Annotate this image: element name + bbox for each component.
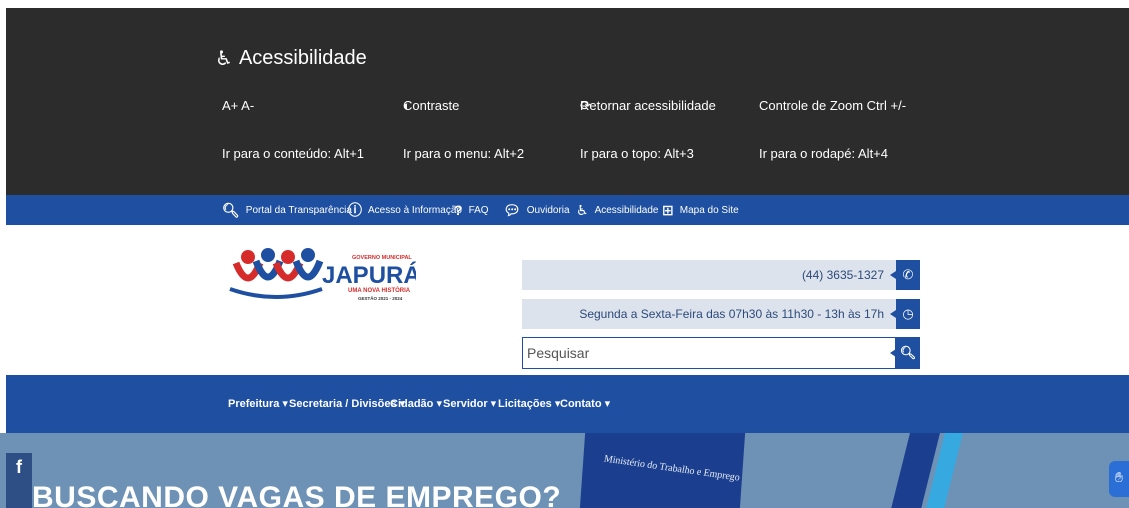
main-nav: Prefeitura ▾ Secretaria / Divisões ▾ Cid… bbox=[6, 375, 1129, 433]
clock-icon: ◷ bbox=[902, 306, 914, 321]
skip-to-menu-link[interactable]: Ir para o menu: Alt+2 bbox=[403, 146, 524, 161]
logo-name: JAPURÁ bbox=[322, 261, 416, 289]
zoom-control-text: Controle de Zoom Ctrl +/- bbox=[759, 98, 907, 113]
topbar-item-label: FAQ bbox=[468, 204, 489, 216]
japura-logo[interactable]: GOVERNO MUNICIPAL JAPURÁ UMA NOVA HISTÓR… bbox=[226, 243, 416, 313]
search-button[interactable]: 🔍︎ bbox=[890, 337, 920, 369]
hand-icon: ✋︎ bbox=[1115, 469, 1123, 485]
opening-hours: Segunda a Sexta-Feira das 07h30 às 11h30… bbox=[579, 307, 884, 321]
facebook-button[interactable]: f bbox=[6, 453, 32, 508]
question-icon: ? bbox=[454, 202, 463, 218]
nav-item-servidor[interactable]: Servidor ▾ bbox=[443, 397, 496, 410]
topbar-item-information[interactable]: ⓘ Acesso à Informação bbox=[348, 195, 462, 225]
topbar-item-ombudsman[interactable]: 💬︎ Ouvidoria bbox=[503, 195, 570, 225]
nav-item-contato[interactable]: Contato ▾ bbox=[560, 397, 610, 410]
chat-icon: 💬︎ bbox=[503, 201, 521, 218]
topbar-item-label: Portal da Transparência bbox=[245, 204, 352, 216]
accessibility-panel: ♿ Acessibilidade A+ A- ◐ Contraste ⟳ Retor… bbox=[6, 8, 1129, 195]
clock-icon-button[interactable]: ◷ bbox=[890, 299, 920, 329]
logo-term: GESTÃO 2021 - 2024 bbox=[358, 295, 403, 301]
phone-icon: ✆ bbox=[902, 267, 914, 282]
sitemap-icon: ⊞ bbox=[662, 201, 674, 218]
topbar-item-label: Ouvidoria bbox=[526, 204, 570, 216]
sign-language-button[interactable]: ✋︎ bbox=[1109, 461, 1129, 497]
reset-label: Retornar acessibilidade bbox=[580, 98, 716, 113]
phone-box: (44) 3635-1327 bbox=[522, 260, 896, 290]
search-icon: 🔍︎ bbox=[899, 345, 917, 360]
topbar-item-label: Acesso à Informação bbox=[368, 204, 462, 216]
accessibility-title: ♿ Acessibilidade bbox=[215, 46, 367, 71]
accessibility-title-label: Acessibilidade bbox=[238, 47, 367, 69]
topbar-item-sitemap[interactable]: ⊞ Mapa do Site bbox=[662, 195, 739, 225]
booklet-text: Ministério do Trabalho e Emprego bbox=[602, 453, 741, 484]
wheelchair-icon: ♿ bbox=[215, 48, 233, 70]
site-header: GOVERNO MUNICIPAL JAPURÁ UMA NOVA HISTÓR… bbox=[0, 225, 1129, 375]
info-icon: ⓘ bbox=[348, 202, 362, 218]
topbar-item-label: Acessibilidade bbox=[594, 204, 659, 216]
logo-slogan: UMA NOVA HISTÓRIA bbox=[348, 286, 411, 294]
logo-top-text: GOVERNO MUNICIPAL bbox=[352, 255, 412, 261]
utility-bar: 🔍︎ Portal da Transparência ⓘ Acesso à In… bbox=[6, 195, 1129, 225]
nav-item-prefeitura[interactable]: Prefeitura ▾ bbox=[228, 397, 288, 410]
font-size-control[interactable]: A+ A- bbox=[222, 98, 254, 113]
topbar-item-transparency[interactable]: 🔍︎ Portal da Transparência bbox=[222, 195, 352, 225]
facebook-icon: f bbox=[16, 457, 22, 477]
skip-to-top-link[interactable]: Ir para o topo: Alt+3 bbox=[580, 146, 694, 161]
skip-to-footer-link[interactable]: Ir para o rodapé: Alt+4 bbox=[759, 146, 888, 161]
nav-item-cidadao[interactable]: Cidadão ▾ bbox=[390, 397, 442, 410]
contrast-label: Contraste bbox=[403, 98, 460, 113]
phone-number: (44) 3635-1327 bbox=[801, 268, 884, 282]
hero-banner[interactable]: Ministério do Trabalho e Emprego BUSCAND… bbox=[0, 433, 1129, 508]
topbar-item-label: Mapa do Site bbox=[679, 204, 739, 216]
nav-item-licitacoes[interactable]: Licitações ▾ bbox=[498, 397, 560, 410]
search-input[interactable] bbox=[522, 337, 896, 369]
banner-title: BUSCANDO VAGAS DE EMPREGO? bbox=[32, 481, 562, 508]
search-icon: 🔍︎ bbox=[222, 201, 240, 218]
wheelchair-icon: ♿ bbox=[576, 201, 589, 218]
skip-to-content-link[interactable]: Ir para o conteúdo: Alt+1 bbox=[222, 146, 364, 161]
phone-icon-button[interactable]: ✆ bbox=[890, 260, 920, 290]
topbar-item-accessibility[interactable]: ♿ Acessibilidade bbox=[576, 195, 659, 225]
topbar-item-faq[interactable]: ? FAQ bbox=[454, 195, 489, 225]
work-booklet-image: Ministério do Trabalho e Emprego bbox=[578, 433, 746, 508]
nav-item-secretaria[interactable]: Secretaria / Divisões ▾ bbox=[289, 397, 405, 410]
hours-box: Segunda a Sexta-Feira das 07h30 às 11h30… bbox=[522, 299, 896, 329]
